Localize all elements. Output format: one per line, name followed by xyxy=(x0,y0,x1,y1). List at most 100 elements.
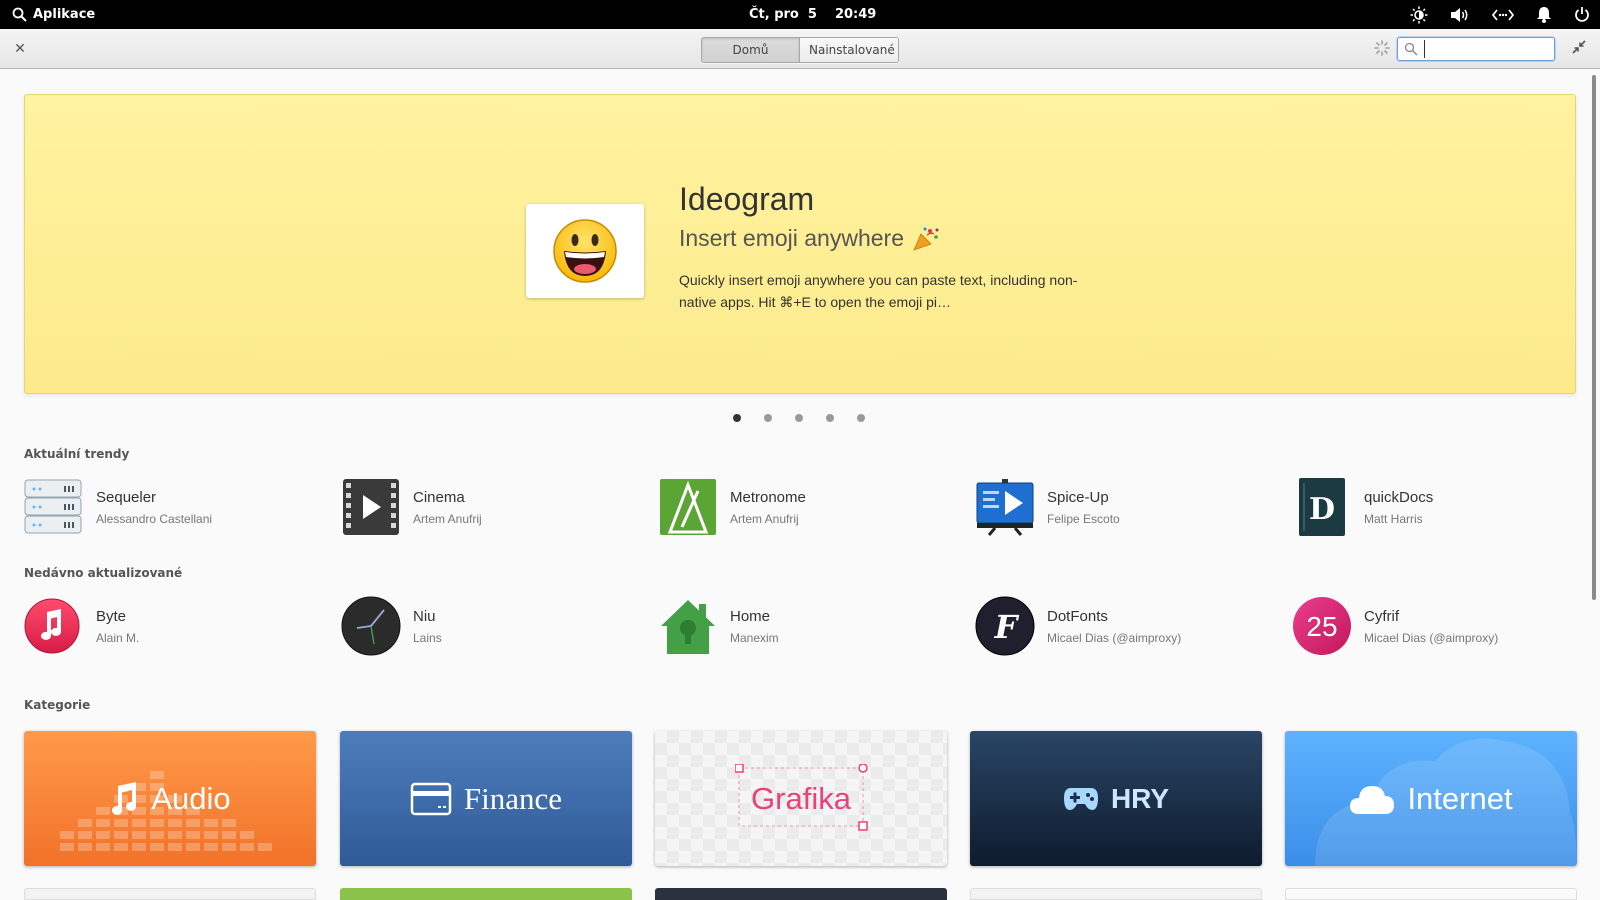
app-name: Metronome xyxy=(730,489,806,506)
top-panel: Aplikace Čt, pro 5 20:49 xyxy=(0,0,1600,29)
indicators xyxy=(1410,0,1590,29)
category-tile-partial[interactable] xyxy=(1285,888,1577,900)
trending-heading: Aktuální trendy xyxy=(24,447,130,461)
notifications-bell-icon[interactable] xyxy=(1536,6,1552,23)
search-icon xyxy=(12,7,27,22)
loading-spinner-icon xyxy=(1374,40,1390,56)
app-author: Alessandro Castellani xyxy=(96,512,213,526)
category-label: Internet xyxy=(1407,780,1513,816)
featured-app-icon xyxy=(526,204,644,298)
credit-card-icon xyxy=(410,782,452,815)
spice-up-icon xyxy=(976,479,1034,536)
recent-heading: Nedávno aktualizované xyxy=(24,566,183,580)
category-tile-partial[interactable] xyxy=(340,888,632,900)
categories-heading: Kategorie xyxy=(24,698,91,712)
featured-app-subtitle: Insert emoji anywhere xyxy=(679,225,904,251)
app-name: Niu xyxy=(413,608,436,625)
app-author: Artem Anufrij xyxy=(730,512,799,526)
app-author: Manexim xyxy=(730,631,779,645)
tab-home[interactable]: Domů xyxy=(702,38,800,62)
home-icon xyxy=(661,600,715,654)
sequeler-icon xyxy=(24,479,82,534)
smiley-emoji-icon xyxy=(553,219,617,283)
page-dot[interactable] xyxy=(733,414,741,422)
metronome-icon xyxy=(660,479,716,535)
quickdocs-icon: D xyxy=(1299,478,1345,536)
cyfrif-icon: 25 xyxy=(1293,597,1351,655)
category-label: HRY xyxy=(1110,782,1170,814)
app-author: Lains xyxy=(413,631,442,645)
cyfrif-icon-number: 25 xyxy=(1306,611,1337,642)
page-dot[interactable] xyxy=(764,414,772,422)
category-tile-partial[interactable] xyxy=(24,888,316,900)
app-tile[interactable]: F DotFonts Micael Dias (@aimproxy) xyxy=(975,594,1275,658)
app-tile[interactable]: Sequeler Alessandro Castellani xyxy=(24,475,324,539)
niu-icon xyxy=(341,596,401,656)
app-author: Micael Dias (@aimproxy) xyxy=(1047,631,1182,645)
page-dot[interactable] xyxy=(857,414,865,422)
applications-label: Aplikace xyxy=(33,7,96,22)
datetime-indicator[interactable]: Čt, pro 5 20:49 xyxy=(749,0,876,29)
applications-menu[interactable]: Aplikace xyxy=(12,0,95,29)
category-internet[interactable]: Internet xyxy=(1285,731,1577,866)
app-author: Artem Anufrij xyxy=(413,512,482,526)
app-author: Alain M. xyxy=(96,631,140,645)
banner-pagination xyxy=(733,414,865,422)
app-tile[interactable]: Home Manexim xyxy=(658,594,958,658)
cinema-icon xyxy=(343,479,399,535)
volume-icon[interactable] xyxy=(1450,7,1470,23)
search-input[interactable] xyxy=(1424,40,1550,58)
app-tile[interactable]: Niu Lains xyxy=(341,594,641,658)
page-dot[interactable] xyxy=(826,414,834,422)
app-name: quickDocs xyxy=(1364,489,1434,506)
category-label: Audio xyxy=(151,780,231,816)
time-label: 20:49 xyxy=(834,7,877,22)
view-mode-switch: Domů Nainstalované xyxy=(701,37,899,63)
tab-installed[interactable]: Nainstalované xyxy=(800,38,898,62)
music-note-icon xyxy=(112,781,137,815)
app-name: Cyfrif xyxy=(1364,608,1399,625)
app-tile[interactable]: Byte Alain M. xyxy=(24,594,324,658)
app-tile[interactable]: Spice-Up Felipe Escoto xyxy=(975,475,1275,539)
app-tile[interactable]: 25 Cyfrif Micael Dias (@aimproxy) xyxy=(1292,594,1592,658)
app-name: DotFonts xyxy=(1047,608,1108,625)
recent-apps-row: Byte Alain M. Niu Lains Home Manexim F D… xyxy=(24,594,1584,658)
app-name: Home xyxy=(730,608,771,625)
featured-app-subtitle-row: Insert emoji anywhere xyxy=(679,225,940,252)
app-author: Matt Harris xyxy=(1364,512,1423,526)
byte-icon xyxy=(24,598,80,654)
app-tile[interactable]: D quickDocs Matt Harris xyxy=(1292,475,1592,539)
category-audio[interactable]: Audio xyxy=(24,731,316,866)
gamepad-icon xyxy=(1063,787,1098,810)
category-tile-partial[interactable] xyxy=(655,888,947,900)
power-icon[interactable] xyxy=(1574,6,1590,23)
app-name: Sequeler xyxy=(96,489,157,506)
date-label: Čt, pro 5 xyxy=(749,7,817,22)
category-tile-partial[interactable] xyxy=(970,888,1262,900)
category-label: Grafika xyxy=(751,780,851,816)
dotfonts-icon: F xyxy=(975,596,1035,656)
network-icon[interactable] xyxy=(1492,8,1514,22)
cloud-icon xyxy=(1350,785,1395,814)
night-light-icon[interactable] xyxy=(1410,6,1428,24)
party-popper-icon xyxy=(913,227,939,251)
page-dot[interactable] xyxy=(795,414,803,422)
category-hry[interactable]: HRY xyxy=(970,731,1262,866)
restore-window-icon[interactable] xyxy=(1572,40,1586,54)
category-grafika[interactable]: Grafika xyxy=(655,731,947,866)
header-bar: ✕ Domů Nainstalované xyxy=(0,29,1600,69)
svg-text:F: F xyxy=(994,608,1020,646)
search-icon xyxy=(1404,42,1418,56)
category-label: Finance xyxy=(463,780,563,816)
app-tile[interactable]: Cinema Artem Anufrij xyxy=(341,475,641,539)
app-name: Spice-Up xyxy=(1047,489,1109,506)
app-tile[interactable]: Metronome Artem Anufrij xyxy=(658,475,958,539)
category-finance[interactable]: Finance xyxy=(340,731,632,866)
featured-app-title: Ideogram xyxy=(679,181,815,217)
scrollbar-thumb[interactable] xyxy=(1592,75,1596,600)
app-name: Byte xyxy=(96,608,127,625)
search-field[interactable] xyxy=(1397,37,1555,61)
close-window-button[interactable]: ✕ xyxy=(10,39,30,59)
featured-banner[interactable]: Ideogram Insert emoji anywhere Quickly i… xyxy=(24,94,1576,394)
app-author: Felipe Escoto xyxy=(1047,512,1120,526)
